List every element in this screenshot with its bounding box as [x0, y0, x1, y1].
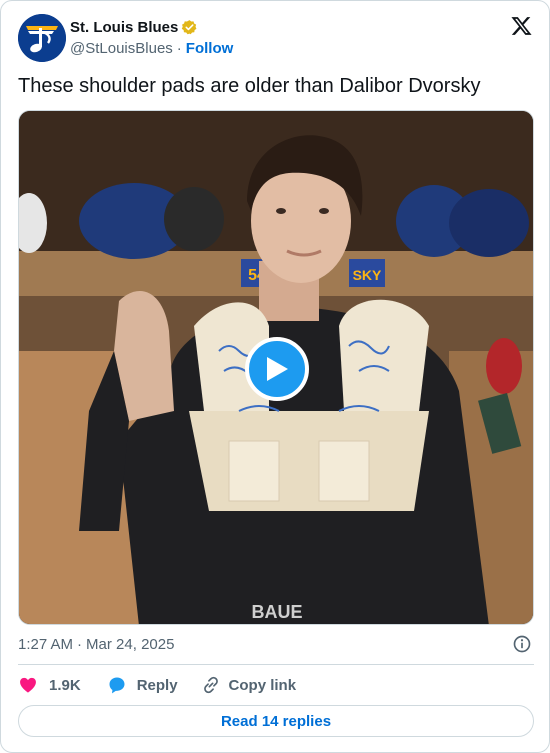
- verified-badge-icon: [182, 19, 197, 34]
- copy-link-label: Copy link: [228, 676, 297, 694]
- tweet-card: St. Louis Blues @StLouisBlues · Follow T…: [0, 0, 550, 753]
- action-bar: 1.9K Reply Copy link: [18, 674, 296, 696]
- like-button[interactable]: 1.9K: [18, 675, 81, 695]
- tweet-date[interactable]: Mar 24, 2025: [86, 636, 174, 653]
- copy-link-button[interactable]: Copy link: [201, 675, 297, 695]
- divider: [18, 664, 534, 665]
- play-icon: [267, 357, 288, 381]
- link-icon: [203, 676, 218, 694]
- play-button[interactable]: [245, 337, 309, 401]
- reply-button[interactable]: Reply: [107, 675, 178, 695]
- author-avatar[interactable]: [18, 14, 66, 62]
- info-icon[interactable]: [512, 634, 532, 654]
- reply-bubble-icon: [109, 677, 125, 694]
- x-logo-icon[interactable]: [510, 15, 533, 37]
- tweet-time[interactable]: 1:27 AM: [18, 636, 73, 653]
- follow-button[interactable]: Follow: [186, 40, 234, 57]
- reply-label: Reply: [136, 676, 178, 694]
- like-count: 1.9K: [49, 676, 81, 694]
- read-replies-button[interactable]: Read 14 replies: [18, 705, 534, 737]
- meta-separator: ·: [77, 635, 83, 653]
- author-handle[interactable]: @StLouisBlues: [70, 40, 173, 57]
- tweet-text: These shoulder pads are older than Dalib…: [18, 75, 481, 97]
- shirt-brand-text: BAUE: [251, 602, 302, 622]
- video-player[interactable]: 54 SKY BAUE: [18, 110, 534, 625]
- tweet-meta: 1:27 AM · Mar 24, 2025: [18, 634, 534, 654]
- heart-icon: [20, 677, 36, 693]
- nameplate-text: SKY: [353, 267, 382, 283]
- blues-note-logo: [18, 14, 66, 62]
- handle-separator: ·: [176, 40, 182, 57]
- author-block: St. Louis Blues @StLouisBlues · Follow: [70, 17, 234, 58]
- author-display-name[interactable]: St. Louis Blues: [70, 19, 178, 36]
